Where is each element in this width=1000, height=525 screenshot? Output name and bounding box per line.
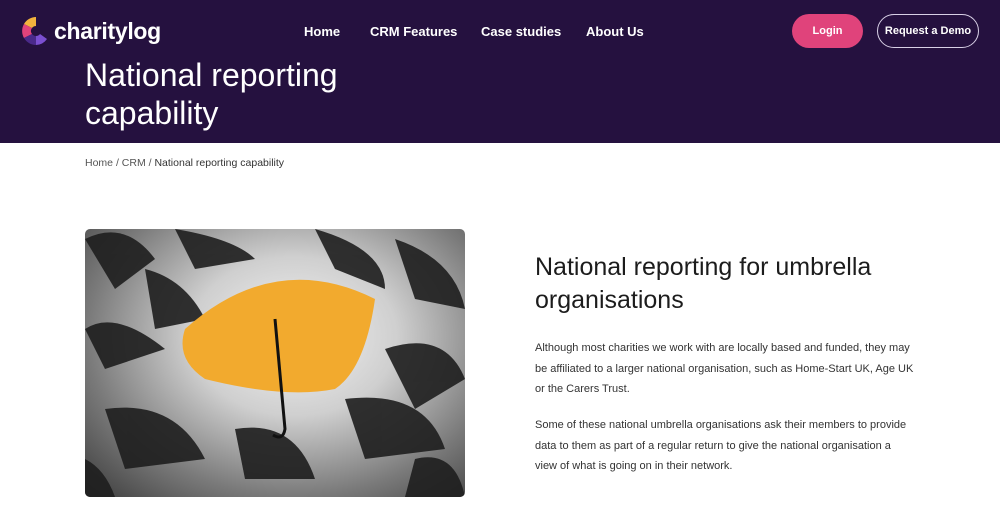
login-button[interactable]: Login <box>792 14 863 48</box>
breadcrumb-separator: / <box>115 157 119 169</box>
request-demo-button[interactable]: Request a Demo <box>877 14 979 48</box>
breadcrumb-home[interactable]: Home <box>85 157 113 169</box>
breadcrumb: Home / CRM / National reporting capabili… <box>85 157 284 169</box>
breadcrumb-separator: / <box>148 157 152 169</box>
nav-crm-features[interactable]: CRM Features <box>370 24 457 39</box>
logo[interactable]: charitylog <box>20 15 161 47</box>
umbrellas-image <box>85 229 465 497</box>
paragraph-intro: Although most charities we work with are… <box>535 342 914 395</box>
section-heading: National reporting for umbrella organisa… <box>535 253 872 314</box>
nav-case-studies[interactable]: Case studies <box>481 24 561 39</box>
logo-text: charitylog <box>54 17 161 44</box>
page-title: National reporting capability <box>85 57 338 131</box>
breadcrumb-crm[interactable]: CRM <box>122 157 146 169</box>
charitylog-logo-icon <box>22 17 47 45</box>
nav-home[interactable]: Home <box>304 24 340 39</box>
nav-about-us[interactable]: About Us <box>586 24 644 39</box>
breadcrumb-current: National reporting capability <box>154 157 285 169</box>
paragraph-umbrella-orgs: Some of these national umbrella organisa… <box>535 419 907 472</box>
header: charitylog Home CRM Features Case studie… <box>0 0 1000 143</box>
